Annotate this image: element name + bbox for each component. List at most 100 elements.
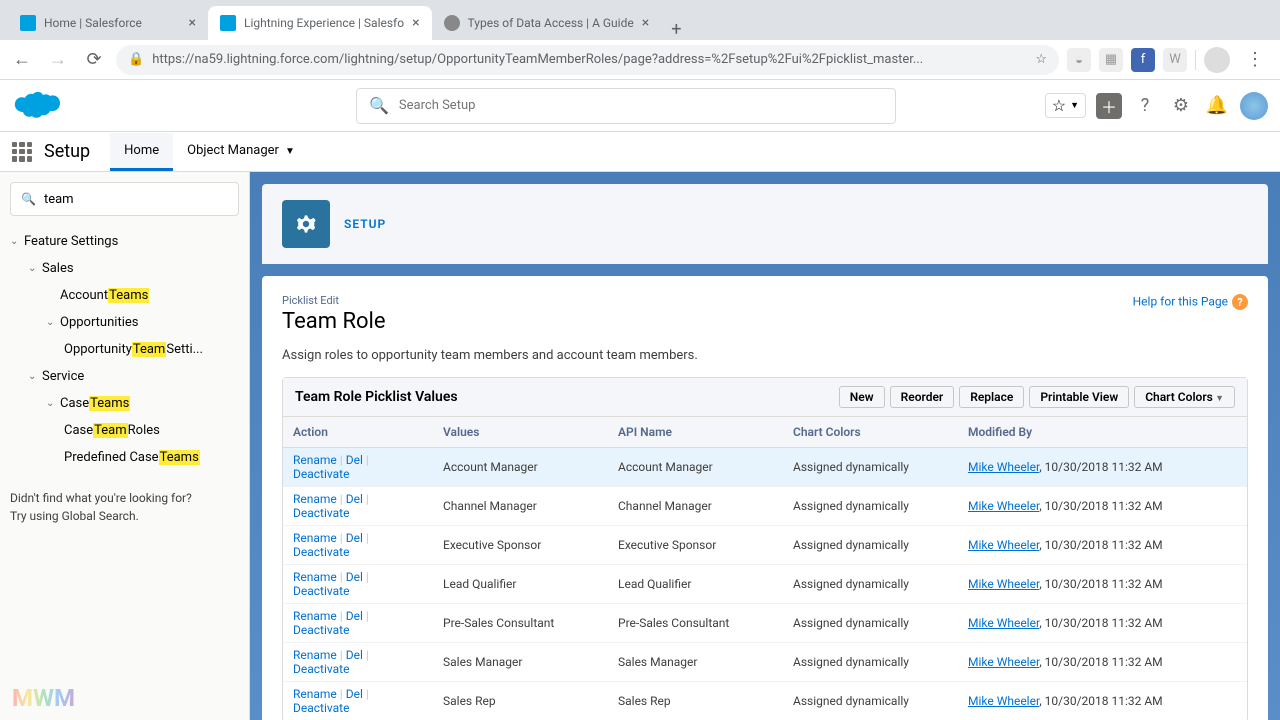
deactivate-link[interactable]: Deactivate — [293, 467, 349, 481]
del-link[interactable]: Del — [346, 492, 363, 506]
rename-link[interactable]: Rename — [293, 453, 337, 467]
app-launcher-icon[interactable] — [12, 142, 32, 162]
cell-colors: Assigned dynamically — [783, 682, 958, 720]
chart-colors-button[interactable]: Chart Colors — [1134, 386, 1235, 408]
rename-link[interactable]: Rename — [293, 648, 337, 662]
tree-item-sales[interactable]: ⌄Sales — [10, 255, 239, 282]
user-link[interactable]: Mike Wheeler — [968, 577, 1039, 591]
user-link[interactable]: Mike Wheeler — [968, 499, 1039, 513]
salesforce-icon — [220, 15, 236, 31]
close-icon[interactable]: × — [642, 15, 649, 31]
rename-link[interactable]: Rename — [293, 492, 337, 506]
deactivate-link[interactable]: Deactivate — [293, 623, 349, 637]
cell-value: Channel Manager — [433, 487, 608, 526]
deactivate-link[interactable]: Deactivate — [293, 506, 349, 520]
forward-button[interactable]: → — [44, 46, 72, 74]
profile-icon[interactable] — [1204, 47, 1230, 73]
rename-link[interactable]: Rename — [293, 570, 337, 584]
user-link[interactable]: Mike Wheeler — [968, 616, 1039, 630]
tab-object-manager[interactable]: Object Manager▼ — [173, 133, 309, 171]
table-row: Rename | Del | DeactivateLead QualifierL… — [283, 565, 1247, 604]
browser-tab[interactable]: Home | Salesforce × — [8, 6, 208, 40]
global-search[interactable]: 🔍 — [356, 88, 896, 124]
extension-icon[interactable]: W — [1163, 48, 1187, 72]
quick-find-input[interactable] — [44, 192, 228, 207]
favorites-button[interactable]: ☆▼ — [1045, 93, 1086, 118]
tree-item-predefined-case-teams[interactable]: Predefined Case Teams — [10, 444, 239, 471]
deactivate-link[interactable]: Deactivate — [293, 584, 349, 598]
browser-menu-button[interactable]: ⋮ — [1238, 49, 1272, 70]
global-actions-button[interactable]: ＋ — [1096, 93, 1122, 119]
rename-link[interactable]: Rename — [293, 531, 337, 545]
deactivate-link[interactable]: Deactivate — [293, 662, 349, 676]
tab-home[interactable]: Home — [110, 133, 173, 171]
back-button[interactable]: ← — [8, 46, 36, 74]
tree-item-opportunities[interactable]: ⌄Opportunities — [10, 309, 239, 336]
del-link[interactable]: Del — [346, 453, 363, 467]
extension-icon[interactable]: f — [1131, 48, 1155, 72]
salesforce-logo[interactable] — [12, 88, 64, 124]
reorder-button[interactable]: Reorder — [890, 386, 955, 408]
extension-icon[interactable]: ▦ — [1099, 48, 1123, 72]
close-icon[interactable]: × — [412, 15, 419, 31]
tree-item-feature-settings[interactable]: ⌄Feature Settings — [10, 228, 239, 255]
salesforce-header: 🔍 ☆▼ ＋ ? ⚙ 🔔 — [0, 80, 1280, 132]
cell-value: Lead Qualifier — [433, 565, 608, 604]
quick-find[interactable]: 🔍 — [10, 182, 239, 216]
close-icon[interactable]: × — [189, 15, 196, 31]
del-link[interactable]: Del — [346, 648, 363, 662]
chevron-down-icon: ⌄ — [46, 317, 60, 328]
page-header: SETUP — [262, 184, 1268, 264]
help-link[interactable]: Help for this Page? — [1133, 294, 1248, 310]
url-bar[interactable]: 🔒 https://na59.lightning.force.com/light… — [116, 45, 1059, 75]
user-link[interactable]: Mike Wheeler — [968, 460, 1039, 474]
cell-modified: Mike Wheeler, 10/30/2018 11:32 AM — [958, 526, 1247, 565]
search-input[interactable] — [399, 98, 883, 113]
del-link[interactable]: Del — [346, 687, 363, 701]
tree-item-case-team-roles[interactable]: Case Team Roles — [10, 417, 239, 444]
browser-tab[interactable]: Types of Data Access | A Guide × — [432, 6, 662, 40]
tab-title: Types of Data Access | A Guide — [468, 16, 634, 30]
del-link[interactable]: Del — [346, 609, 363, 623]
notifications-icon[interactable]: 🔔 — [1204, 93, 1230, 119]
extension-icon[interactable]: ◒ — [1067, 48, 1091, 72]
browser-tab[interactable]: Lightning Experience | Salesfo × — [208, 6, 432, 40]
setup-sidebar: 🔍 ⌄Feature Settings ⌄Sales Account Teams… — [0, 172, 250, 720]
cell-colors: Assigned dynamically — [783, 604, 958, 643]
col-values: Values — [433, 417, 608, 448]
deactivate-link[interactable]: Deactivate — [293, 701, 349, 715]
tree-item-account-teams[interactable]: Account Teams — [10, 282, 239, 309]
col-action: Action — [283, 417, 433, 448]
replace-button[interactable]: Replace — [959, 386, 1024, 408]
user-link[interactable]: Mike Wheeler — [968, 538, 1039, 552]
tree-item-case-teams[interactable]: ⌄Case Teams — [10, 390, 239, 417]
cell-colors: Assigned dynamically — [783, 526, 958, 565]
reload-button[interactable]: ⟳ — [80, 46, 108, 74]
tree-item-service[interactable]: ⌄Service — [10, 363, 239, 390]
cell-api: Channel Manager — [608, 487, 783, 526]
chevron-down-icon: ▼ — [285, 146, 295, 157]
cell-api: Pre-Sales Consultant — [608, 604, 783, 643]
avatar[interactable] — [1240, 92, 1268, 120]
help-icon[interactable]: ? — [1132, 93, 1158, 119]
new-button[interactable]: New — [839, 386, 885, 408]
cell-api: Executive Sponsor — [608, 526, 783, 565]
user-link[interactable]: Mike Wheeler — [968, 694, 1039, 708]
rename-link[interactable]: Rename — [293, 609, 337, 623]
printable-view-button[interactable]: Printable View — [1029, 386, 1129, 408]
gear-icon[interactable]: ⚙ — [1168, 93, 1194, 119]
new-tab-button[interactable]: + — [661, 19, 691, 40]
del-link[interactable]: Del — [346, 531, 363, 545]
cell-value: Sales Manager — [433, 643, 608, 682]
setup-title: Setup — [44, 141, 90, 162]
deactivate-link[interactable]: Deactivate — [293, 545, 349, 559]
table-row: Rename | Del | DeactivatePre-Sales Consu… — [283, 604, 1247, 643]
user-link[interactable]: Mike Wheeler — [968, 655, 1039, 669]
cell-api: Account Manager — [608, 448, 783, 487]
setup-nav: Setup Home Object Manager▼ — [0, 132, 1280, 172]
tree-item-opportunity-team-settings[interactable]: Opportunity Team Setti... — [10, 336, 239, 363]
rename-link[interactable]: Rename — [293, 687, 337, 701]
del-link[interactable]: Del — [346, 570, 363, 584]
star-icon[interactable]: ☆ — [1035, 52, 1047, 67]
col-colors: Chart Colors — [783, 417, 958, 448]
